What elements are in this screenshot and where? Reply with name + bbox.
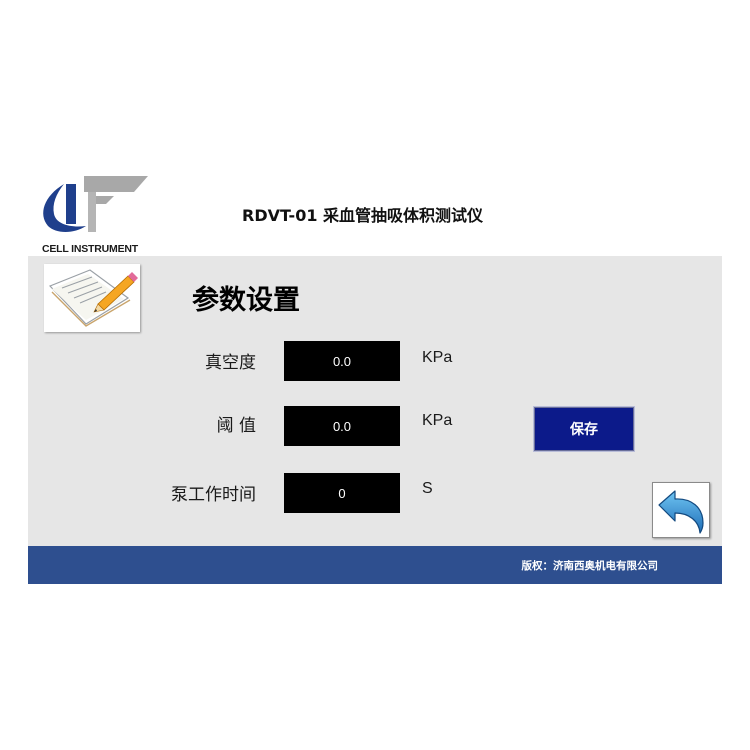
threshold-field[interactable] (284, 406, 400, 446)
threshold-unit: KPa (422, 412, 453, 429)
company-logo: CELL INSTRUMENT (34, 170, 154, 255)
vacuum-label: 真空度 (205, 353, 256, 373)
pump-time-label: 泵工作时间 (171, 485, 256, 505)
back-button[interactable] (652, 482, 710, 538)
copyright-text: 版权：济南西奥机电有限公司 (521, 560, 659, 572)
save-button[interactable]: 保存 (533, 406, 635, 452)
header: CELL INSTRUMENT RDVT-01 采血管抽吸体积测试仪 (28, 162, 722, 255)
vacuum-unit: KPa (422, 349, 453, 366)
footer-bar: 版权：济南西奥机电有限公司 (28, 546, 722, 584)
app-title: RDVT-01 采血管抽吸体积测试仪 (242, 206, 484, 225)
pump-time-unit: S (422, 480, 433, 497)
cell-instrument-logo-icon (43, 176, 148, 232)
logo-text: CELL INSTRUMENT (42, 243, 138, 255)
section-title: 参数设置 (192, 285, 300, 316)
threshold-label: 阈 值 (216, 416, 256, 436)
vacuum-field[interactable] (284, 341, 400, 381)
back-arrow-icon (658, 490, 704, 534)
hmi-screen: CELL INSTRUMENT RDVT-01 采血管抽吸体积测试仪 参数设置 … (28, 162, 722, 584)
document-pencil-icon (44, 264, 140, 332)
settings-panel: 参数设置 真空度 KPa 阈 值 KPa 泵工作时间 S 保存 (28, 256, 722, 546)
pump-time-field[interactable] (284, 473, 400, 513)
